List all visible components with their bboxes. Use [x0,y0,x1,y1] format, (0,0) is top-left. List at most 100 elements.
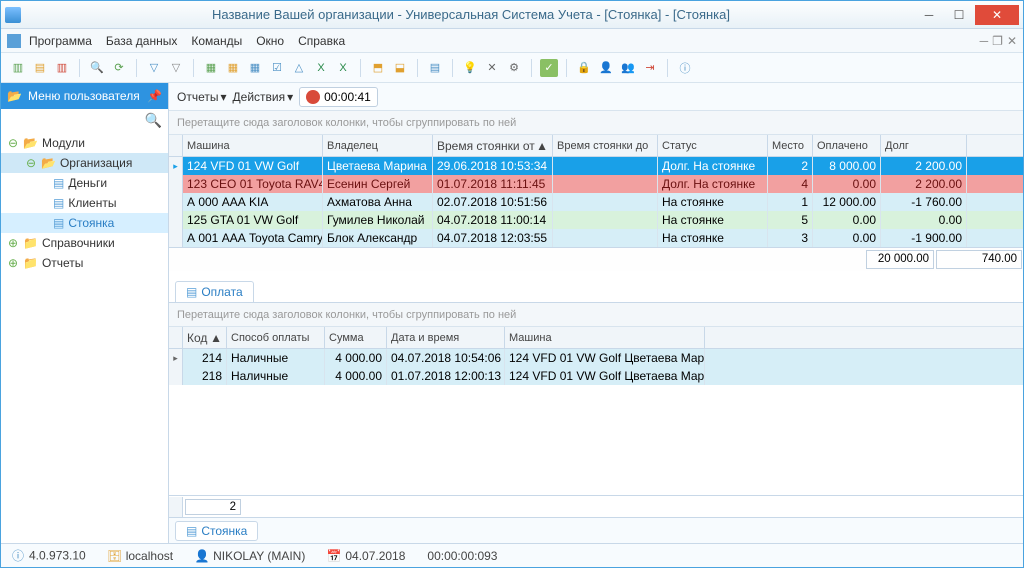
actions-dropdown[interactable]: Действия ▾ [233,90,294,104]
col-place[interactable]: Место [768,135,813,156]
table-row[interactable]: ▸124 VFD 01 VW GolfЦветаева Марина29.06.… [169,157,1023,175]
tb-delete-icon[interactable]: ▥ [53,59,71,77]
detail-summary: 2 [169,495,1023,517]
menu-help[interactable]: Справка [298,34,345,48]
menu-program[interactable]: Программа [29,34,92,48]
tree-clients[interactable]: ▤Клиенты [1,193,168,213]
reports-dropdown[interactable]: Отчеты ▾ [177,90,227,104]
table-row[interactable]: А 000 ААА KIAАхматова Анна02.07.2018 10:… [169,193,1023,211]
tb-stack-icon[interactable]: ▤ [426,59,444,77]
tree-money[interactable]: ▤Деньги [1,173,168,193]
tb-lightbulb-icon[interactable]: 💡 [461,59,479,77]
timer-value: 00:00:41 [324,90,371,104]
table-row[interactable]: А 001 ААА Toyota CamryБлок Александр04.0… [169,229,1023,247]
sidebar-search: 🔍 [1,109,168,131]
tb-up-icon[interactable]: △ [290,59,308,77]
table-row[interactable]: ▸214Наличные4 000.0004.07.2018 10:54:061… [169,349,1023,367]
mdi-close-icon[interactable]: ✕ [1007,34,1017,48]
tb-user-icon[interactable]: 👤 [597,59,615,77]
tb-excel-icon[interactable]: X [312,59,330,77]
tree-organization[interactable]: ⊖📂Организация [1,153,168,173]
bottom-tab-parking[interactable]: ▤Стоянка [175,521,258,541]
tb-lock-icon[interactable]: 🔒 [575,59,593,77]
chevron-down-icon: ▾ [220,90,226,104]
row-header-col [169,327,183,348]
status-version: ⓘ4.0.973.10 [11,548,86,563]
dcol-car[interactable]: Машина [505,327,705,348]
sub-toolbar: Отчеты ▾ Действия ▾ 00:00:41 [169,83,1023,111]
detail-tabs: ▤Оплата [169,277,1023,303]
maximize-button[interactable]: ☐ [945,5,973,25]
detail-header: Код ▲ Способ оплаты Сумма Дата и время М… [169,327,1023,349]
tb-edit-icon[interactable]: ▤ [31,59,49,77]
tb-filter-clear-icon[interactable]: ▽ [167,59,185,77]
menu-window[interactable]: Окно [256,34,284,48]
menu-commands[interactable]: Команды [191,34,242,48]
dcol-method[interactable]: Способ оплаты [227,327,325,348]
mdi-minimize-icon[interactable]: ─ [980,34,989,48]
sidebar: 📂 Меню пользователя 📌 🔍 ⊖📂Модули ⊖📂Орган… [1,83,169,543]
tb-search-icon[interactable]: 🔍 [88,59,106,77]
tb-ok-icon[interactable]: ✓ [540,59,558,77]
chevron-down-icon: ▾ [287,90,293,104]
tree-parking[interactable]: ▤Стоянка [1,213,168,233]
info-icon: ⓘ [11,548,25,562]
col-to[interactable]: Время стоянки до [553,135,658,156]
tb-import-icon[interactable]: ⬒ [369,59,387,77]
grid-header: Машина Владелец Время стоянки от ▲ Время… [169,135,1023,157]
tree-modules[interactable]: ⊖📂Модули [1,133,168,153]
col-paid[interactable]: Оплачено [813,135,881,156]
pin-icon[interactable]: 📌 [147,89,162,103]
minimize-button[interactable]: ─ [915,5,943,25]
tb-refresh-icon[interactable]: ⟳ [110,59,128,77]
table-row[interactable]: 125 GTA 01 VW GolfГумилев Николай04.07.2… [169,211,1023,229]
mdi-restore-icon[interactable]: ❐ [992,34,1003,48]
col-debt[interactable]: Долг [881,135,967,156]
tb-excel2-icon[interactable]: X [334,59,352,77]
close-button[interactable]: ✕ [975,5,1019,25]
tb-check-icon[interactable]: ☑ [268,59,286,77]
tb-grid1-icon[interactable]: ▦ [202,59,220,77]
tree-directories-label: Справочники [42,236,115,250]
dcol-code[interactable]: Код ▲ [183,327,227,348]
tb-export-icon[interactable]: ⬓ [391,59,409,77]
col-from[interactable]: Время стоянки от ▲ [433,135,553,156]
grid-summary: 20 000.00 740.00 [169,247,1023,271]
table-row[interactable]: 123 CEO 01 Toyota RAV4Есенин Сергей01.07… [169,175,1023,193]
col-car[interactable]: Машина [183,135,323,156]
doc-icon: ▤ [186,524,197,538]
timer-widget[interactable]: 00:00:41 [299,87,378,107]
col-owner[interactable]: Владелец [323,135,433,156]
tab-payment[interactable]: ▤Оплата [175,281,254,302]
tb-exit-icon[interactable]: ⇥ [641,59,659,77]
search-icon[interactable]: 🔍 [145,112,162,129]
menu-database[interactable]: База данных [106,34,177,48]
table-row[interactable]: 218Наличные4 000.0001.07.2018 12:00:1312… [169,367,1023,385]
window-title: Название Вашей организации - Универсальн… [29,7,913,22]
tree-clients-label: Клиенты [68,196,116,210]
detail-grid: Код ▲ Способ оплаты Сумма Дата и время М… [169,327,1023,385]
sum-debt: 740.00 [936,250,1022,269]
tb-info-icon[interactable]: ⓘ [676,59,694,77]
tree-directories[interactable]: ⊕📁Справочники [1,233,168,253]
col-status[interactable]: Статус [658,135,768,156]
dcol-sum[interactable]: Сумма [325,327,387,348]
tb-tools-icon[interactable]: ✕ [483,59,501,77]
tb-users-icon[interactable]: 👥 [619,59,637,77]
bottom-tabs: ▤Стоянка [169,517,1023,543]
tb-grid2-icon[interactable]: ▦ [224,59,242,77]
nav-tree: ⊖📂Модули ⊖📂Организация ▤Деньги ▤Клиенты … [1,131,168,543]
record-icon [306,90,320,104]
group-hint[interactable]: Перетащите сюда заголовок колонки, чтобы… [169,111,1023,135]
db-icon: 🗄 [108,549,122,563]
tb-gear-icon[interactable]: ⚙ [505,59,523,77]
tree-reports[interactable]: ⊕📁Отчеты [1,253,168,273]
tb-filter-icon[interactable]: ▽ [145,59,163,77]
detail-group-hint[interactable]: Перетащите сюда заголовок колонки, чтобы… [169,303,1023,327]
status-time: 00:00:00:093 [427,549,497,563]
tb-grid3-icon[interactable]: ▦ [246,59,264,77]
main-grid: Машина Владелец Время стоянки от ▲ Время… [169,135,1023,247]
dcol-datetime[interactable]: Дата и время [387,327,505,348]
tb-new-icon[interactable]: ▥ [9,59,27,77]
tree-modules-label: Модули [42,136,85,150]
